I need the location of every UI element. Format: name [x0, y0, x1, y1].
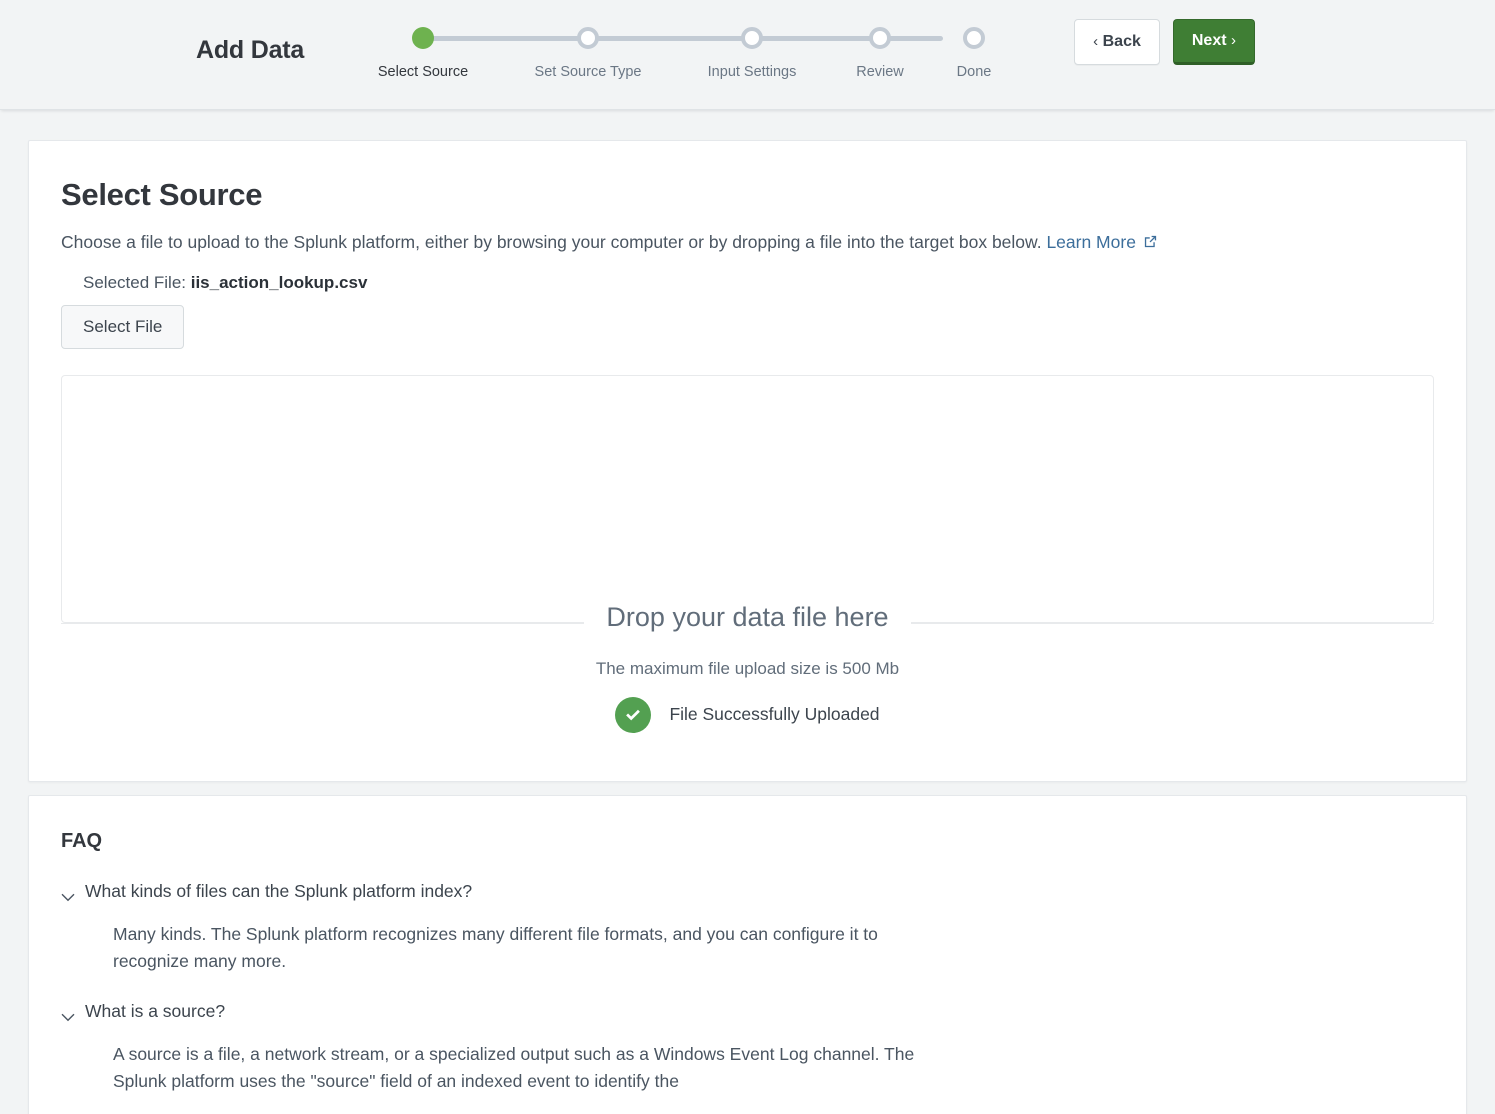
learn-more-label: Learn More	[1046, 232, 1136, 252]
step-dot-review	[869, 27, 891, 49]
back-button[interactable]: ‹ Back	[1074, 19, 1160, 65]
source-description: Choose a file to upload to the Splunk pl…	[61, 231, 1434, 255]
step-done[interactable]: Done	[914, 22, 1034, 80]
selected-file-label: Selected File:	[83, 272, 186, 292]
step-dot-select-source	[412, 27, 434, 49]
page-header-title: Add Data	[196, 36, 305, 64]
step-label-set-source-type: Set Source Type	[534, 64, 642, 80]
faq-card: FAQ What kinds of files can the Splunk p…	[28, 795, 1467, 1114]
select-source-card: Select Source Choose a file to upload to…	[28, 140, 1467, 782]
next-button[interactable]: Next ›	[1172, 19, 1255, 65]
external-link-icon	[1143, 232, 1158, 255]
upload-status: File Successfully Uploaded	[61, 696, 1434, 733]
file-dropzone[interactable]	[61, 374, 1434, 623]
chevron-down-icon	[61, 1006, 75, 1027]
step-dot-input-settings	[741, 27, 763, 49]
chevron-left-icon: ‹	[1093, 33, 1099, 50]
step-dot-done	[963, 27, 985, 49]
faq-question-text: What is a source?	[85, 1001, 226, 1022]
faq-answer-text: A source is a file, a network stream, or…	[113, 1044, 915, 1092]
next-button-label: Next	[1191, 32, 1227, 49]
step-label-select-source: Select Source	[377, 64, 469, 80]
wizard-actions: ‹ Back Next ›	[1074, 19, 1255, 65]
selected-file-name: iis_action_lookup.csv	[190, 272, 368, 292]
faq-question-text: What kinds of files can the Splunk platf…	[85, 881, 473, 901]
learn-more-link[interactable]: Learn More	[1046, 232, 1136, 252]
faq-title: FAQ	[61, 830, 103, 852]
faq-answer-text: Many kinds. The Splunk platform recogniz…	[113, 924, 878, 972]
add-data-header: Add Data Select Source Set Source Type I…	[0, 0, 1495, 110]
page-body: Select Source Choose a file to upload to…	[0, 110, 1495, 1114]
check-circle-icon	[615, 696, 652, 733]
dropzone-wrapper: Drop your data file here The maximum fil…	[61, 374, 1434, 733]
source-description-text: Choose a file to upload to the Splunk pl…	[61, 232, 1047, 252]
step-input-settings[interactable]: Input Settings	[692, 22, 812, 80]
chevron-down-icon	[61, 886, 75, 907]
step-dot-set-source-type	[577, 27, 599, 49]
back-button-label: Back	[1102, 33, 1141, 50]
dropzone-max-size-note: The maximum file upload size is 500 Mb	[595, 658, 900, 678]
upload-status-text: File Successfully Uploaded	[669, 704, 880, 725]
dropzone-divider: Drop your data file here	[61, 601, 1434, 632]
wizard-stepper: Select Source Set Source Type Input Sett…	[370, 22, 995, 92]
select-file-button[interactable]: Select File	[61, 304, 185, 349]
faq-question-toggle[interactable]: What kinds of files can the Splunk platf…	[61, 881, 1434, 907]
step-set-source-type[interactable]: Set Source Type	[528, 22, 648, 80]
faq-item: What kinds of files can the Splunk platf…	[61, 881, 1434, 975]
step-label-input-settings: Input Settings	[707, 64, 797, 80]
selected-file-info: Selected File: iis_action_lookup.csv	[83, 273, 1434, 293]
step-label-done: Done	[956, 64, 992, 80]
step-select-source[interactable]: Select Source	[363, 22, 483, 80]
faq-item: What is a source? A source is a file, a …	[61, 1001, 1434, 1095]
faq-question-toggle[interactable]: What is a source?	[61, 1001, 1434, 1027]
chevron-right-icon: ›	[1231, 32, 1236, 49]
page-title: Select Source	[61, 177, 263, 212]
